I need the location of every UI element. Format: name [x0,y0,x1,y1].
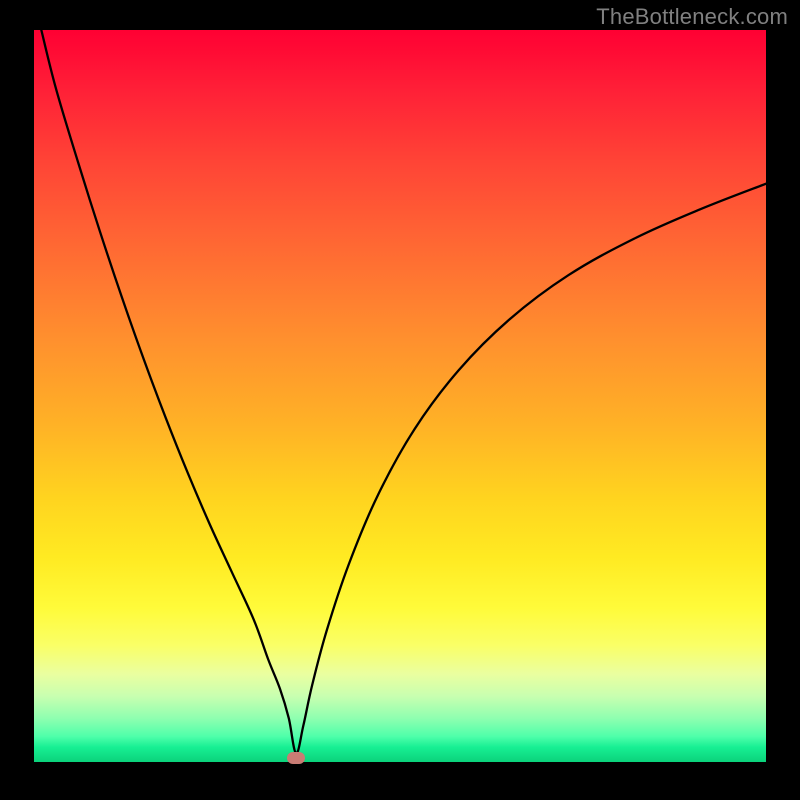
optimum-marker [287,752,305,764]
plot-area [34,30,766,762]
bottleneck-curve [41,30,766,753]
chart-stage: TheBottleneck.com [0,0,800,800]
watermark-text: TheBottleneck.com [596,4,788,30]
curve-layer [34,30,766,762]
